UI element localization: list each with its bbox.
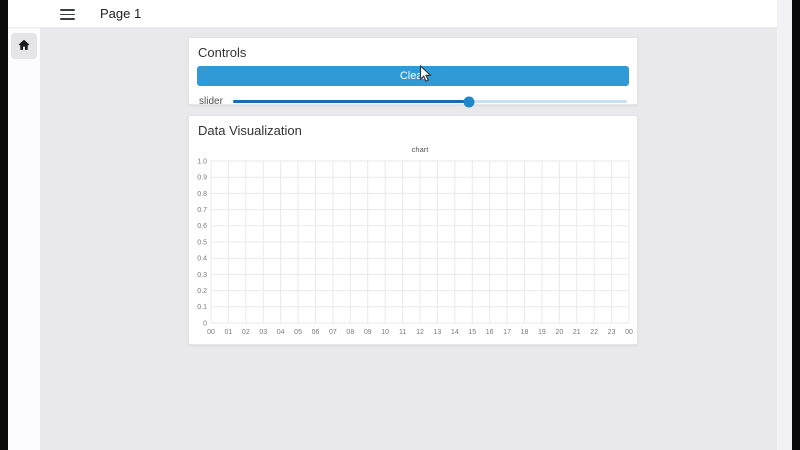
y-tick-label: 0.3	[197, 272, 207, 279]
home-icon	[18, 39, 30, 54]
x-tick-label: 23	[608, 329, 616, 336]
scrollbar[interactable]	[777, 0, 792, 450]
home-button[interactable]	[11, 33, 37, 59]
x-tick-label: 19	[538, 329, 546, 336]
y-tick-label: 0	[203, 320, 207, 327]
x-tick-label: 12	[416, 329, 424, 336]
x-tick-label: 01	[225, 329, 233, 336]
y-tick-label: 0.6	[197, 223, 207, 230]
x-tick-label: 17	[503, 329, 511, 336]
chart-title: chart	[412, 145, 430, 154]
x-tick-label: 16	[486, 329, 494, 336]
data-visualization-card: Data Visualization chart 1.0 0.9 0.8 0.7 0.6 0…	[188, 115, 638, 345]
sidebar	[8, 28, 40, 450]
x-tick-label: 05	[294, 329, 302, 336]
y-tick-label: 0.7	[197, 207, 207, 214]
x-tick-label: 11	[399, 329, 406, 336]
top-app-bar: Page 1	[8, 0, 777, 28]
x-tick-label: 06	[312, 329, 320, 336]
slider-label: slider	[199, 96, 223, 107]
y-tick-label: 0.9	[197, 175, 207, 182]
page-title: Page 1	[100, 6, 142, 21]
x-tick-label: 00	[625, 329, 633, 336]
app-window: Page 1 Controls Clear slider Data Visual	[8, 0, 777, 450]
x-tick-label: 18	[521, 329, 529, 336]
right-black-bar	[792, 0, 800, 450]
controls-card: Controls Clear slider	[188, 37, 638, 107]
y-tick-label: 0.2	[197, 288, 207, 295]
chart[interactable]: chart1.00.90.80.70.60.50.40.30.20.1000 01…	[189, 144, 637, 340]
x-tick-label: 20	[555, 329, 563, 336]
y-tick-label: 0.5	[197, 239, 207, 246]
clear-button[interactable]: Clear	[197, 66, 629, 86]
y-tick-label: 0.8	[197, 191, 207, 198]
left-black-bar	[0, 0, 8, 450]
x-tick-label: 08	[346, 329, 354, 336]
hamburger-icon[interactable]	[60, 9, 75, 20]
x-tick-label: 07	[329, 329, 337, 336]
x-tick-label: 10	[381, 329, 389, 336]
x-tick-label: 09	[364, 329, 372, 336]
x-tick-label: 02	[242, 329, 250, 336]
slider-fill	[233, 100, 470, 103]
x-tick-label: 15	[468, 329, 476, 336]
x-tick-label: 21	[573, 329, 581, 336]
x-tick-label: 00	[207, 329, 215, 336]
x-tick-label: 13	[434, 329, 442, 336]
viz-card-title: Data Visualization	[198, 123, 302, 138]
slider-thumb[interactable]	[463, 96, 475, 107]
x-tick-label: 04	[277, 329, 285, 336]
y-tick-label: 1.0	[197, 158, 207, 165]
x-tick-label: 14	[451, 329, 459, 336]
x-tick-label: 03	[259, 329, 267, 336]
controls-card-title: Controls	[198, 45, 247, 60]
x-tick-label: 22	[590, 329, 598, 336]
y-tick-label: 0.1	[197, 304, 207, 311]
slider[interactable]	[233, 96, 627, 107]
y-tick-label: 0.4	[197, 256, 207, 263]
